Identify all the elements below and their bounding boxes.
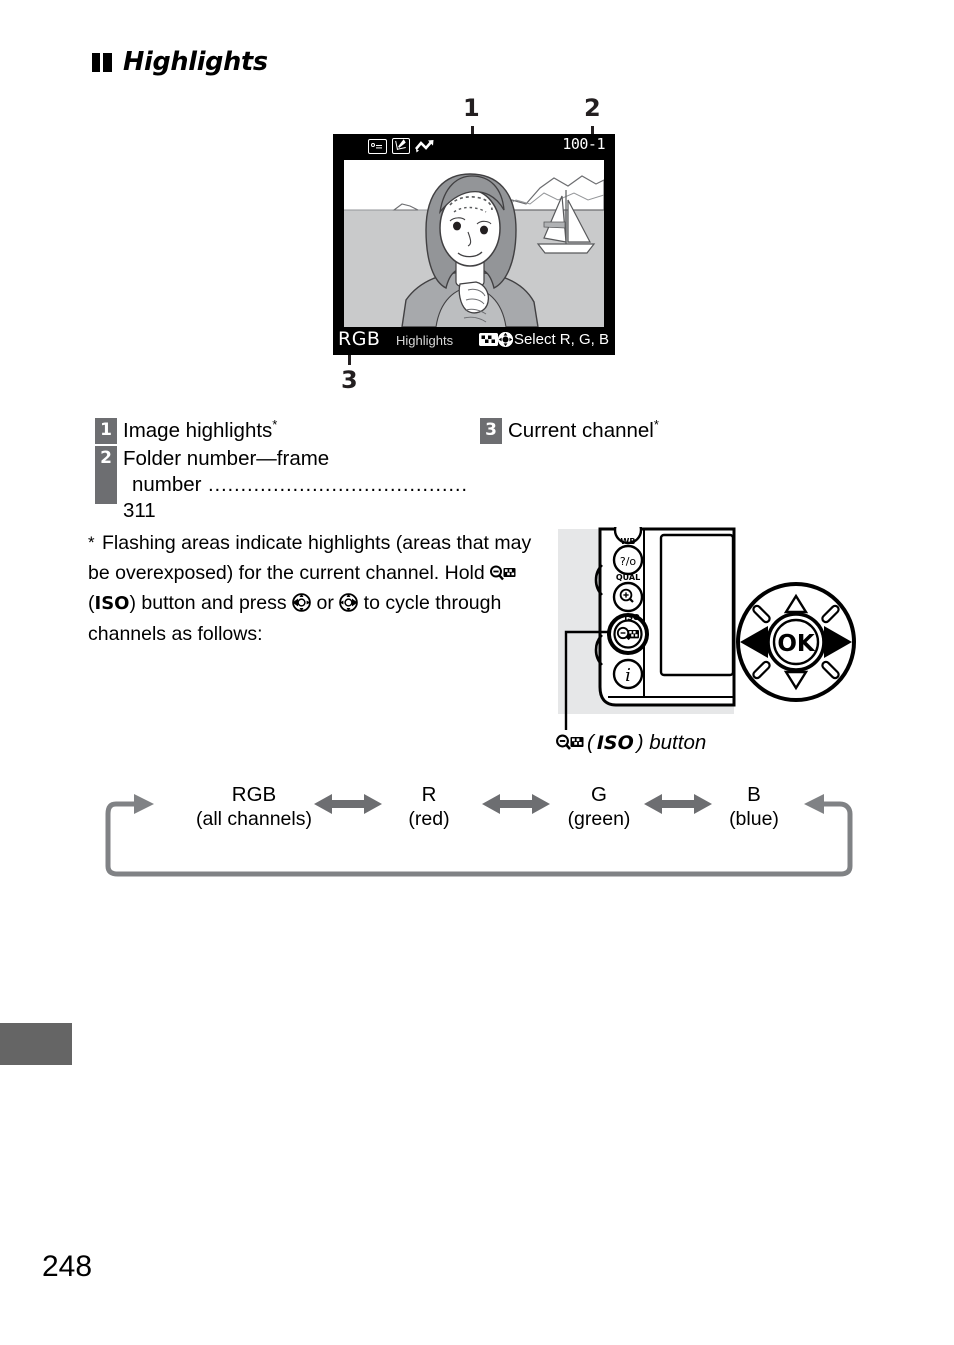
footnote-iso-label: ISO — [94, 593, 130, 614]
cycle-item-b: B (blue) — [704, 782, 804, 832]
thumbnail-zoom-out-icon — [478, 333, 498, 346]
legend-badge-2: 2 — [95, 446, 117, 504]
cycle-name-r: (red) — [408, 808, 450, 830]
multi-selector-icon — [497, 332, 513, 347]
svg-text:OK: OK — [777, 631, 816, 657]
legend-item-1: 1 Image highlights* — [95, 418, 475, 444]
camera-lcd-display: 100-1 RGB Highlights Select R, G, B — [333, 134, 615, 355]
cycle-name-rgb: (all channels) — [196, 808, 312, 830]
footnote-text-part2: ) button and press — [129, 592, 293, 614]
legend-item-3: 3 Current channel* — [480, 418, 850, 444]
cycle-channel-rgb: RGB — [231, 783, 277, 806]
multi-selector-right-icon — [339, 591, 359, 612]
legend-badge-1: 1 — [95, 418, 117, 444]
lcd-status-icons — [368, 138, 437, 154]
multi-selector-left-icon — [292, 591, 311, 612]
lcd-bottom-status-bar: RGB Highlights Select R, G, B — [333, 327, 615, 355]
caption-iso-label: ISO — [596, 731, 634, 754]
lcd-top-status-bar: 100-1 — [333, 134, 615, 160]
legend-footnote-marker-3: * — [653, 417, 659, 433]
legend-label-3: Current channel* — [502, 418, 659, 444]
caption-paren-open: ( — [587, 731, 594, 754]
display-mode-label: Highlights — [396, 333, 454, 348]
playback-photo — [344, 160, 604, 327]
cycle-name-b: (blue) — [729, 808, 779, 830]
frame-number: 100-1 — [562, 135, 605, 153]
legend-badge-3: 3 — [480, 418, 502, 444]
legend-column-left: 1 Image highlights* 2 Folder number—fram… — [95, 418, 475, 526]
cycle-item-g: G (green) — [544, 782, 654, 832]
legend-column-right: 3 Current channel* — [480, 418, 850, 446]
zoom-out-thumbnail-icon — [556, 734, 584, 752]
footnote-block: * Flashing areas indicate highlights (ar… — [88, 528, 558, 649]
callout-number-1: 1 — [463, 94, 480, 122]
camera-figure-caption: (ISO) button — [556, 731, 707, 754]
footnote-text-or: or — [311, 592, 340, 614]
cycle-channel-g: G — [591, 783, 607, 806]
svg-text:ISO: ISO — [624, 613, 640, 622]
channel-cycle-diagram: RGB (all channels) R (red) G (green) B (… — [104, 782, 854, 878]
legend-item-2: 2 Folder number—frame number ...........… — [95, 446, 475, 524]
caption-text: ) button — [636, 731, 707, 754]
page-title: Highlights — [123, 47, 268, 77]
cycle-item-r: R (red) — [384, 782, 474, 832]
footnote-marker: * — [88, 533, 95, 552]
legend-label-2-line1: Folder number—frame — [123, 447, 330, 470]
protect-icon — [368, 138, 387, 154]
cycle-channel-b: B — [747, 783, 761, 806]
legend-label-3-text: Current channel — [508, 419, 654, 442]
legend-dot-leader-2: ........................................ — [201, 473, 468, 496]
callout-number-2: 2 — [584, 94, 601, 122]
page-number: 248 — [42, 1250, 93, 1283]
current-channel-label: RGB — [338, 328, 381, 350]
heading-marker-icon — [92, 53, 112, 73]
select-hint-text: Select R, G, B — [513, 331, 609, 348]
section-heading: Highlights — [92, 47, 268, 77]
footnote-body: Flashing areas indicate highlights (area… — [88, 532, 531, 645]
legend-label-2: Folder number—frame number .............… — [117, 446, 475, 524]
svg-text:WB: WB — [621, 537, 636, 546]
legend-label-1: Image highlights* — [117, 418, 277, 444]
svg-text:QUAL: QUAL — [616, 573, 640, 582]
zigzag-icon — [415, 139, 437, 153]
legend-page-ref-2: 311 — [123, 499, 156, 522]
footnote-text-part1: Flashing areas indicate highlights (area… — [88, 532, 532, 584]
legend-label-1-text: Image highlights — [123, 419, 273, 442]
svg-text:?/о: ?/о — [620, 555, 637, 568]
retouch-icon — [392, 138, 410, 154]
page-edge-tab — [0, 1023, 72, 1065]
legend-label-2-line2: number — [132, 473, 202, 496]
camera-body-illustration: WB ?/о QUAL ISO i OK — [556, 515, 856, 732]
zoom-out-thumbnail-icon — [490, 561, 516, 581]
cycle-name-g: (green) — [567, 808, 631, 830]
legend-footnote-marker-1: * — [272, 417, 278, 433]
svg-text:i: i — [625, 665, 631, 686]
cycle-channel-r: R — [421, 783, 437, 806]
select-channel-hint: Select R, G, B — [478, 331, 609, 348]
cycle-item-rgb: RGB (all channels) — [189, 782, 319, 832]
callout-number-3: 3 — [341, 366, 358, 394]
